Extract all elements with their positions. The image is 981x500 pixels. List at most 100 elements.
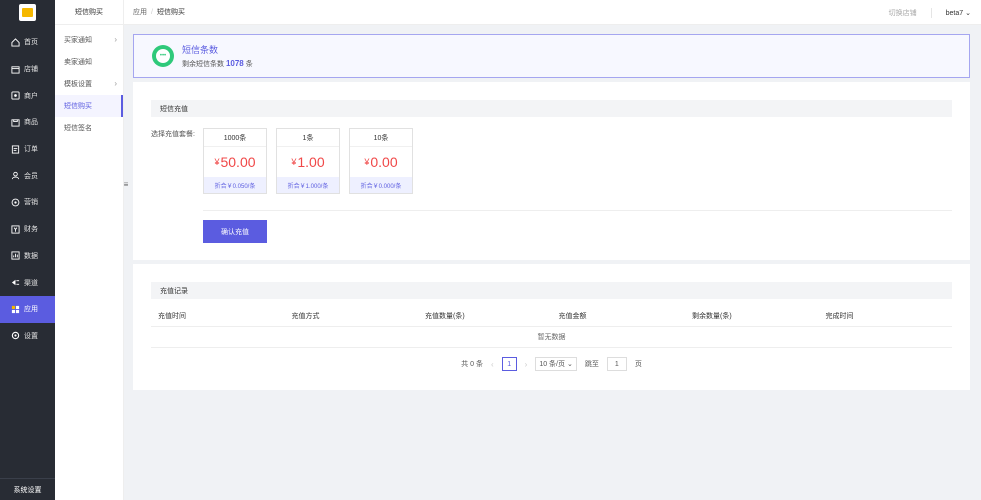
nav-item-label: 营销	[24, 199, 38, 207]
package-picker-label: 选择充值套餐:	[151, 131, 195, 138]
secondary-sidebar: 短信购买 买家通知 › 卖家通知 模板设置 › 短信购买 短信签名	[55, 0, 124, 500]
settings-icon	[11, 331, 20, 340]
system-settings-link[interactable]: 系统设置	[0, 478, 55, 500]
secondary-sidebar-title: 短信购买	[55, 0, 123, 25]
subnav-item[interactable]: 短信购买	[55, 95, 123, 117]
nav-item-finance[interactable]: 财务	[0, 216, 55, 243]
logo[interactable]	[0, 0, 55, 25]
user-name: beta7	[945, 9, 964, 17]
divider	[203, 210, 952, 211]
prev-page-icon[interactable]: ‹	[491, 360, 494, 369]
marketing-icon	[11, 198, 20, 207]
data-icon	[11, 251, 20, 260]
confirm-recharge-button[interactable]: 确认充值	[203, 220, 267, 243]
subnav-item-label: 买家通知	[64, 37, 92, 44]
logo-icon	[19, 4, 36, 21]
banner-subtitle: 剩余短信条数 1078 条	[182, 59, 253, 68]
nav-item-order[interactable]: 订单	[0, 136, 55, 163]
subnav-item[interactable]: 模板设置 ›	[55, 73, 123, 95]
nav-item-label: 设置	[24, 332, 38, 340]
page-number[interactable]: 1	[501, 357, 517, 371]
breadcrumb: 应用 / 短信购买	[133, 7, 185, 17]
subnav-item-label: 短信购买	[64, 103, 92, 110]
user-menu[interactable]: beta7 ⌄	[946, 9, 971, 17]
package-option[interactable]: 1条 ¥1.00 折合￥1.000/条	[276, 128, 340, 194]
nav-item-settings[interactable]: 设置	[0, 323, 55, 350]
package-price: ¥50.00	[204, 147, 266, 177]
goto-page-input[interactable]: 1	[606, 357, 627, 371]
page-size-select[interactable]: 10 条/页 ⌄	[535, 357, 577, 371]
sms-count-banner: ••• 短信条数 剩余短信条数 1078 条	[133, 34, 970, 78]
records-card: 充值记录 充值时间 充值方式 充值数量(条) 充值金额 剩余数量(条) 完成时间 暂无数据…	[133, 264, 970, 390]
nav-item-label: 商户	[24, 92, 38, 100]
breadcrumb-app[interactable]: 应用	[133, 9, 147, 16]
package-discount: 折合￥0.050/条	[204, 177, 266, 193]
goto-label: 跳至	[584, 361, 599, 368]
nav-item-label: 订单	[24, 146, 38, 154]
nav-item-store[interactable]: 店铺	[0, 56, 55, 83]
nav-item-channel[interactable]: 渠道	[0, 269, 55, 296]
table-column-header: 完成时间	[825, 312, 854, 320]
nav-item-app[interactable]: 应用	[0, 295, 55, 323]
chevron-right-icon: ›	[114, 79, 117, 88]
nav-item-merchant[interactable]: 商户	[0, 82, 55, 109]
subnav-item[interactable]: 买家通知 ›	[55, 29, 123, 51]
pagination-total: 共 0 条	[461, 361, 483, 368]
nav-item-product[interactable]: 商品	[0, 109, 55, 136]
subnav-item[interactable]: 短信签名	[55, 117, 123, 139]
page-unit: 页	[634, 361, 642, 368]
empty-state: 暂无数据	[151, 327, 952, 348]
banner-title: 短信条数	[182, 45, 219, 55]
package-price: ¥1.00	[277, 147, 339, 177]
package-price-value: 0.00	[370, 154, 398, 170]
nav-item-label: 首页	[24, 39, 38, 47]
package-picker: 选择充值套餐: 1000条 ¥50.00 折合￥0.050/条 1条 ¥1.00 折合￥1…	[151, 128, 952, 194]
nav-item-label: 财务	[24, 226, 38, 234]
chevron-down-icon: ⌄	[965, 9, 971, 17]
package-name: 1条	[277, 129, 339, 147]
package-price: ¥0.00	[350, 147, 412, 177]
package-option[interactable]: 1000条 ¥50.00 折合￥0.050/条	[203, 128, 267, 194]
next-page-icon[interactable]: ›	[525, 360, 528, 369]
message-icon: •••	[152, 45, 174, 67]
subnav-item-label: 卖家通知	[64, 59, 92, 66]
finance-icon	[11, 225, 20, 234]
app-icon	[11, 305, 20, 314]
merchant-icon	[11, 91, 20, 100]
switch-shop-link[interactable]: 切换店铺	[889, 8, 917, 18]
pagination: 共 0 条 ‹ 1 › 10 条/页 ⌄ 跳至 1 页	[151, 357, 952, 371]
nav-item-label: 会员	[24, 172, 38, 180]
header-actions: 切换店铺 beta7 ⌄	[889, 0, 971, 25]
nav-item-marketing[interactable]: 营销	[0, 189, 55, 216]
package-option[interactable]: 10条 ¥0.00 折合￥0.000/条	[349, 128, 413, 194]
package-name: 1000条	[204, 129, 266, 147]
collapse-sidebar-icon[interactable]: ≡	[121, 178, 131, 190]
records-heading: 充值记录	[151, 282, 952, 299]
table-column-header: 剩余数量(条)	[692, 312, 732, 320]
currency-symbol: ¥	[214, 157, 220, 167]
main-content: ••• 短信条数 剩余短信条数 1078 条 短信充值 选择充值套餐: 1000…	[133, 34, 970, 390]
nav-item-member[interactable]: 会员	[0, 162, 55, 189]
nav-item-data[interactable]: 数据	[0, 243, 55, 270]
subnav-item-label: 模板设置	[64, 81, 92, 88]
nav-item-home[interactable]: 首页	[0, 29, 55, 56]
package-list: 1000条 ¥50.00 折合￥0.050/条 1条 ¥1.00 折合￥1.000/条 10…	[203, 128, 413, 194]
channel-icon	[11, 278, 20, 287]
package-discount: 折合￥1.000/条	[277, 177, 339, 193]
breadcrumb-separator: /	[151, 9, 153, 16]
main-nav-list: 首页店铺商户商品订单会员营销财务数据渠道应用设置	[0, 29, 55, 349]
nav-item-label: 渠道	[24, 279, 38, 287]
product-icon	[11, 118, 20, 127]
home-icon	[11, 38, 20, 47]
table-column-header: 充值数量(条)	[425, 312, 465, 320]
nav-item-label: 应用	[24, 306, 38, 314]
main-sidebar: 首页店铺商户商品订单会员营销财务数据渠道应用设置 系统设置	[0, 0, 55, 500]
currency-symbol: ¥	[291, 157, 297, 167]
table-column-header: 充值时间	[158, 312, 186, 320]
subnav-item[interactable]: 卖家通知	[55, 51, 123, 73]
table-header-row: 充值时间 充值方式 充值数量(条) 充值金额 剩余数量(条) 完成时间	[151, 305, 952, 327]
header-divider	[930, 7, 932, 18]
top-header: 应用 / 短信购买 切换店铺 beta7 ⌄	[124, 0, 981, 25]
recharge-card: 短信充值 选择充值套餐: 1000条 ¥50.00 折合￥0.050/条 1条 ¥1.0…	[133, 82, 970, 260]
package-discount: 折合￥0.000/条	[350, 177, 412, 193]
